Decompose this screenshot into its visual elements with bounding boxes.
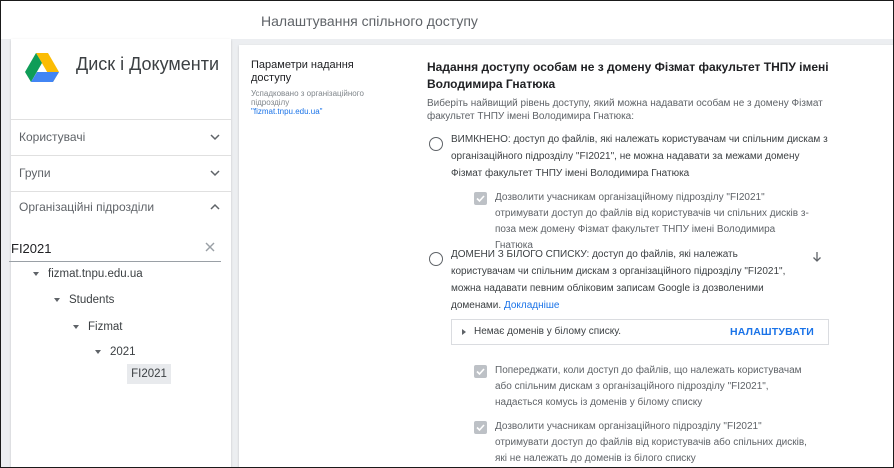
checkbox-warn-whitelist[interactable] <box>474 365 487 378</box>
arrow-down-icon[interactable] <box>811 251 823 263</box>
option-off-label: ВИМКНЕНО: доступ до файлів, які належать… <box>451 134 828 179</box>
chevron-down-icon <box>210 170 220 177</box>
learn-more-link[interactable]: Докладніше <box>504 300 560 311</box>
tree-item-label: Students <box>69 294 115 306</box>
configure-button[interactable]: НАЛАШТУВАТИ <box>730 326 814 338</box>
chevron-down-icon <box>210 134 220 141</box>
section-title: Параметри надання доступу <box>251 59 354 84</box>
top-bar: Налаштування спільного доступу <box>1 1 893 39</box>
inherited-ou: "fizmat.tnpu.edu.ua" <box>251 107 323 116</box>
nav-item-org-units[interactable]: Організаційні підрозділи <box>11 189 231 225</box>
caret-down-icon <box>33 271 39 276</box>
close-icon[interactable] <box>203 240 217 254</box>
tree-item-fizmat[interactable]: Fizmat <box>73 318 123 336</box>
app-title: Диск і Документи <box>76 54 220 74</box>
check-icon <box>476 424 485 432</box>
tree-item-2021[interactable]: 2021 <box>95 343 136 361</box>
caret-down-icon <box>73 324 79 329</box>
checkbox-allow-external-label: Дозволити учасникам організаційному підр… <box>495 192 809 251</box>
nav-item-label: Організаційні підрозділи <box>19 200 155 214</box>
radio-whitelist[interactable] <box>429 252 443 266</box>
tree-item-label: 2021 <box>110 346 136 358</box>
radio-off[interactable] <box>429 137 443 151</box>
org-unit-search-input[interactable] <box>9 236 189 260</box>
option-whitelist-label: ДОМЕНИ З БІЛОГО СПИСКУ: доступ до файлів… <box>451 246 803 314</box>
checkbox-warn-whitelist-label: Попереджати, коли доступ до файлів, що н… <box>495 365 802 408</box>
tree-item-students[interactable]: Students <box>54 291 114 309</box>
sharing-settings: Надання доступу особам не з домену Фізма… <box>427 59 847 123</box>
caret-right-icon <box>462 329 466 335</box>
admin-console-window: Налаштування спільного доступу Диск і До… <box>0 0 894 468</box>
check-icon <box>476 195 485 203</box>
option-whitelist-text: ДОМЕНИ З БІЛОГО СПИСКУ: доступ до файлів… <box>451 249 786 311</box>
chevron-up-icon <box>210 203 220 210</box>
nav-item-label: Користувачі <box>19 130 86 144</box>
check-icon <box>476 368 485 376</box>
nav-item-label: Групи <box>19 166 51 180</box>
nav-item-users[interactable]: Користувачі <box>11 119 231 155</box>
tree-item-root[interactable]: fizmat.tnpu.edu.ua <box>33 265 143 283</box>
caret-down-icon <box>95 349 101 354</box>
org-unit-search <box>9 236 221 262</box>
whitelist-empty-text: Немає доменів у білому списку. <box>474 326 622 337</box>
checkbox-allow-non-whitelist-label: Дозволити учасникам організаційного підр… <box>495 421 807 464</box>
google-drive-icon <box>25 53 59 82</box>
nav-item-groups[interactable]: Групи <box>11 155 231 191</box>
tree-item-label: Fizmat <box>88 321 123 333</box>
setting-description: Виберіть найвищий рівень доступу, який м… <box>427 98 823 122</box>
whitelist-domains-panel[interactable]: Немає доменів у білому списку. НАЛАШТУВА… <box>451 319 829 345</box>
checkbox-allow-external[interactable] <box>474 192 487 205</box>
tree-item-selected[interactable]: FI2021 <box>127 364 171 384</box>
setting-heading: Надання доступу особам не з домену Фізма… <box>427 60 829 91</box>
checkbox-allow-non-whitelist[interactable] <box>474 421 487 434</box>
page-title: Налаштування спільного доступу <box>261 13 478 29</box>
settings-section-label: Параметри надання доступу Успадковано з … <box>251 59 391 116</box>
tree-item-label: fizmat.tnpu.edu.ua <box>48 268 143 280</box>
caret-down-icon <box>54 297 60 302</box>
inherited-note: Успадковано з організаційного підрозділу <box>251 89 364 107</box>
